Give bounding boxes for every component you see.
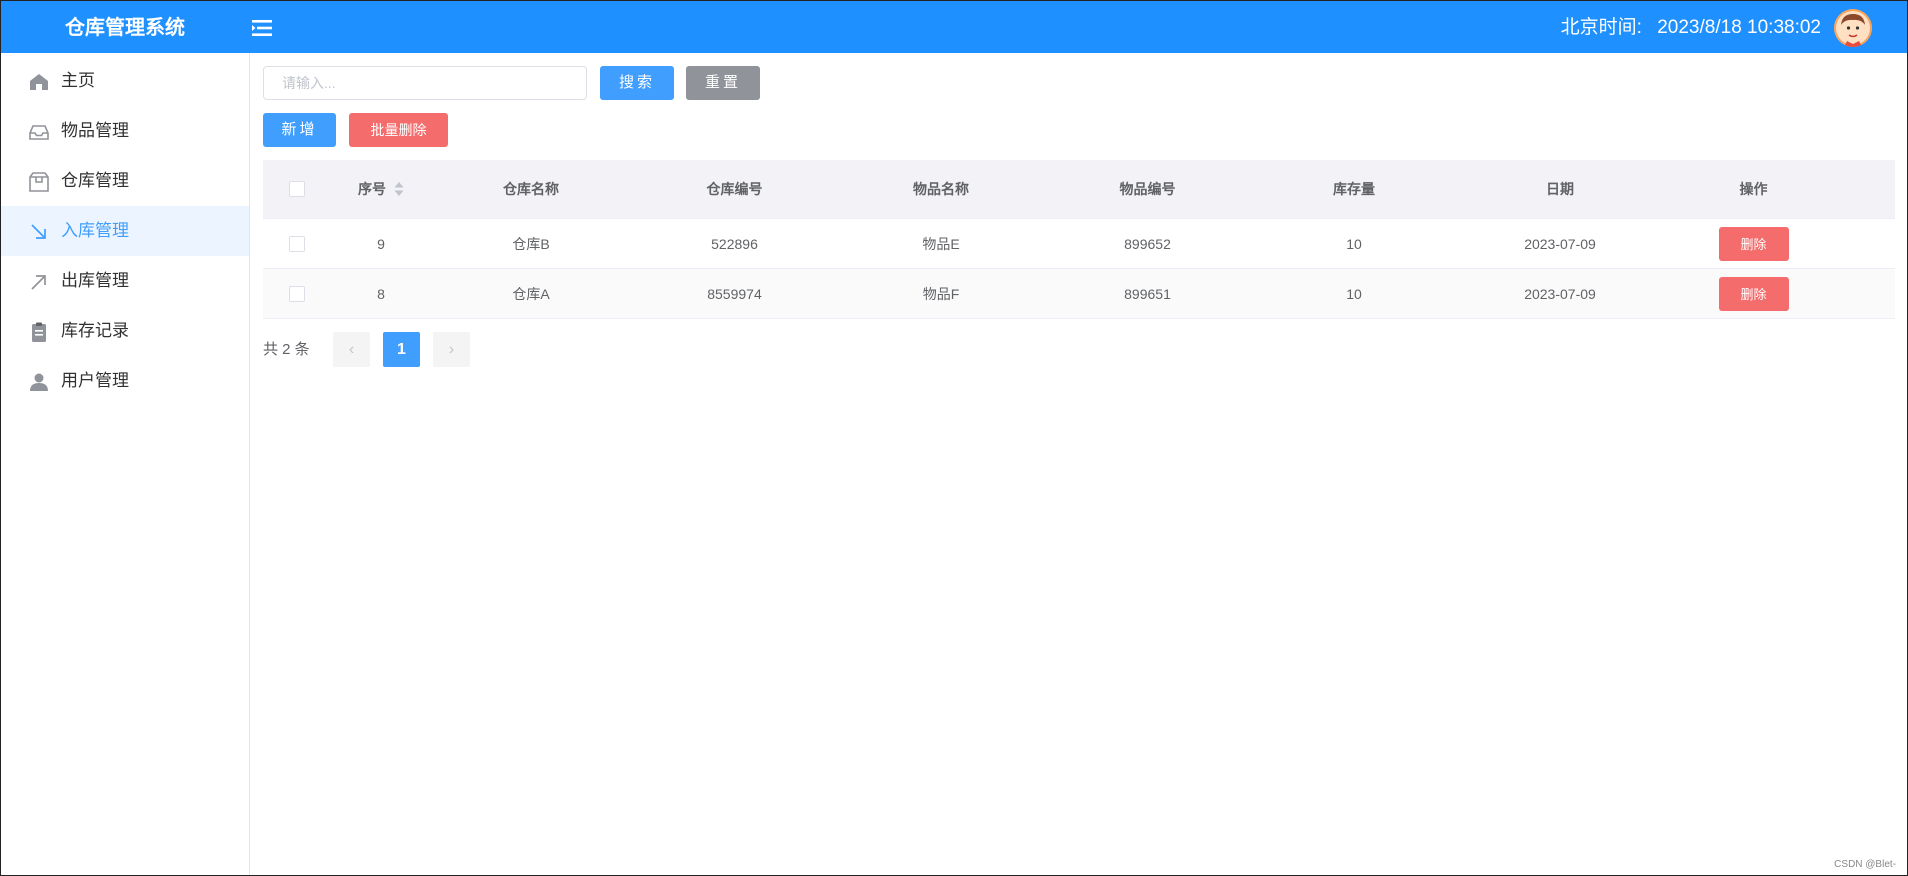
sidebar-item-label: 主页 <box>61 71 95 90</box>
select-all-checkbox[interactable] <box>289 181 305 197</box>
sidebar-item-label: 入库管理 <box>61 221 129 240</box>
sidebar-item-users[interactable]: 用户管理 <box>0 356 249 406</box>
row-select-cell <box>263 269 331 318</box>
select-all-cell <box>263 160 331 218</box>
column-header-qty: 库存量 <box>1333 181 1375 197</box>
cell-item: 物品F <box>922 285 960 302</box>
sidebar-item-label: 物品管理 <box>61 121 129 140</box>
table-row: 8 仓库A 8559974 物品F 899651 10 2023-07-09 删… <box>263 269 1895 319</box>
row-checkbox[interactable] <box>289 285 305 302</box>
cell-date: 2023-07-09 <box>1524 285 1596 302</box>
top-header: 仓库管理系统 北京时间: 2023/8/18 10:38:02 <box>0 0 1908 53</box>
sidebar-item-home[interactable]: 主页 <box>0 56 249 106</box>
pagination-total: 共 2 条 <box>263 341 310 358</box>
sidebar-item-outbound[interactable]: 出库管理 <box>0 256 249 306</box>
chevron-right-icon: › <box>448 340 455 358</box>
search-button[interactable]: 搜索 <box>600 66 674 100</box>
column-label: 序号 <box>358 181 386 197</box>
table-row: 9 仓库B 522896 物品E 899652 10 2023-07-09 删除 <box>263 219 1895 269</box>
arrow-up-right-icon <box>31 275 46 290</box>
clock-value: 2023/8/18 10:38:02 <box>1657 17 1821 38</box>
table-header: 序号 仓库名称 仓库编号 物品名称 物品编号 库存量 日期 操作 <box>263 160 1895 219</box>
delete-button[interactable]: 删除 <box>1718 276 1789 311</box>
user-icon <box>30 373 48 391</box>
cell-qty: 10 <box>1346 285 1362 302</box>
sidebar-item-label: 库存记录 <box>61 321 129 340</box>
sidebar-item-stock-records[interactable]: 库存记录 <box>0 306 249 356</box>
column-header-date: 日期 <box>1546 181 1574 197</box>
cell-id: 8 <box>377 285 385 302</box>
cell-warehouse: 仓库A <box>512 285 550 302</box>
column-header-action: 操作 <box>1739 181 1768 197</box>
sidebar-item-inbound[interactable]: 入库管理 <box>0 206 249 256</box>
sidebar-item-label: 仓库管理 <box>61 171 129 190</box>
cell-item-no: 899652 <box>1124 235 1171 252</box>
cell-action: 删除 <box>1663 269 1844 318</box>
box-icon <box>29 172 49 192</box>
prev-page-button[interactable]: ‹ <box>333 332 370 367</box>
watermark: CSDN @Blet- <box>1834 859 1896 870</box>
sort-icon[interactable] <box>394 181 404 197</box>
sidebar-item-items[interactable]: 物品管理 <box>0 106 249 156</box>
batch-delete-button[interactable]: 批量删除 <box>349 113 448 147</box>
column-header-warehouse-no: 仓库编号 <box>706 181 763 197</box>
search-input[interactable] <box>263 66 587 100</box>
clock: 北京时间: 2023/8/18 10:38:02 <box>1561 0 1821 56</box>
cell-action: 删除 <box>1663 219 1844 268</box>
column-header-item-no: 物品编号 <box>1119 181 1176 197</box>
column-header-warehouse: 仓库名称 <box>503 181 559 197</box>
cell-warehouse-no: 8559974 <box>707 285 762 302</box>
cell-warehouse: 仓库B <box>512 235 550 252</box>
row-checkbox[interactable] <box>289 235 305 252</box>
cell-item: 物品E <box>922 235 960 252</box>
reset-button[interactable]: 重置 <box>686 66 760 100</box>
inbox-icon <box>29 125 49 140</box>
column-header-id[interactable]: 序号 <box>331 160 431 218</box>
avatar[interactable] <box>1834 9 1872 47</box>
menu-toggle-icon[interactable] <box>252 18 274 38</box>
row-select-cell <box>263 219 331 268</box>
cell-id: 9 <box>377 235 385 252</box>
sidebar-item-label: 出库管理 <box>61 271 129 290</box>
home-icon <box>30 74 48 90</box>
cell-qty: 10 <box>1346 235 1362 252</box>
page-number-button[interactable]: 1 <box>383 332 420 367</box>
sidebar-item-warehouse[interactable]: 仓库管理 <box>0 156 249 206</box>
arrow-down-right-icon <box>31 224 46 239</box>
cell-item-no: 899651 <box>1124 285 1171 302</box>
cell-warehouse-no: 522896 <box>711 235 758 252</box>
next-page-button[interactable]: › <box>433 332 470 367</box>
sidebar-item-label: 用户管理 <box>61 371 129 390</box>
delete-button[interactable]: 删除 <box>1718 226 1789 261</box>
column-header-item: 物品名称 <box>913 181 969 197</box>
cell-date: 2023-07-09 <box>1524 235 1596 252</box>
clock-label: 北京时间: <box>1560 17 1642 38</box>
app-title: 仓库管理系统 <box>65 17 185 39</box>
chevron-left-icon: ‹ <box>348 340 355 358</box>
sidebar: 主页 物品管理 仓库管理 入库管理 出库管理 库存记录 用户管理 <box>0 53 250 876</box>
add-button[interactable]: 新增 <box>263 113 336 147</box>
clipboard-icon <box>32 322 46 342</box>
